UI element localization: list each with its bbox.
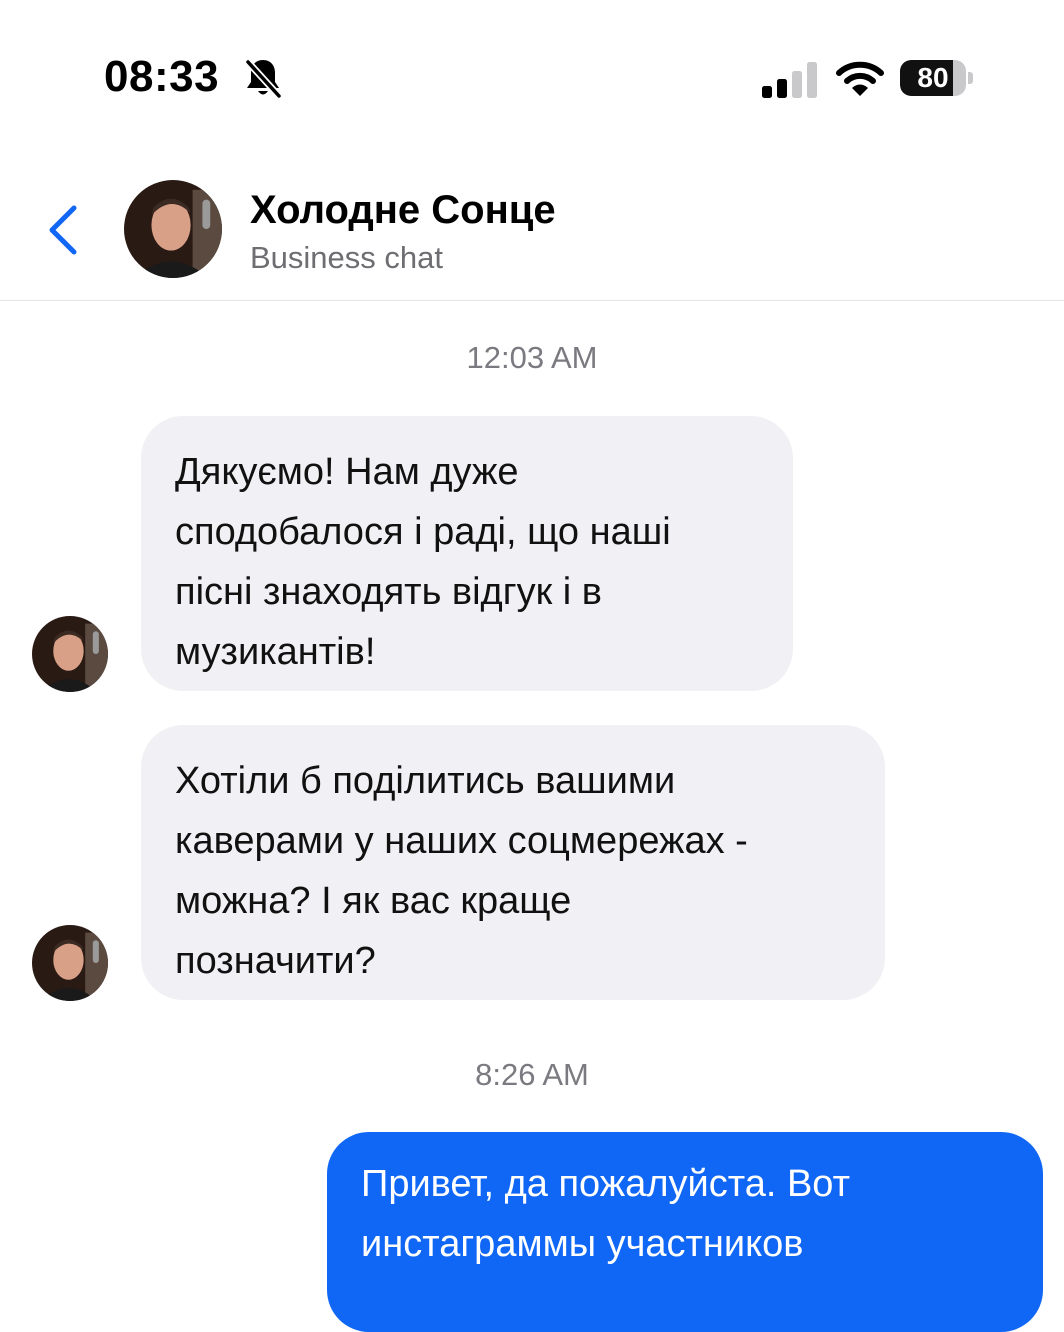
battery-level: 80 [917,62,949,93]
contact-subtitle: Business chat [250,240,443,275]
message-line: инстаграммы участников [361,1223,804,1265]
bell-slash-icon [245,59,282,99]
cellular-signal-icon [762,62,817,98]
battery-icon: 80 [900,60,976,100]
message-timestamp: 12:03 AM [466,340,598,375]
contact-avatar[interactable] [124,180,222,278]
status-bar: 08:33 80 [0,0,1064,160]
contact-name: Холодне Сонце [250,188,556,232]
message-line: музикантів! [175,631,376,673]
message-line: Дякуємо! Нам дуже [175,451,519,493]
outgoing-message[interactable]: Привет, да пожалуйста. Вот инстаграммы у… [327,1132,1043,1332]
wifi-icon [836,61,884,96]
message-line: каверами у наших соцмережах - [175,820,748,862]
message-line: сподобалося і раді, що наші [175,511,671,553]
message-timestamp: 8:26 AM [475,1057,589,1092]
status-time: 08:33 [104,52,220,101]
sender-avatar[interactable] [32,616,108,692]
incoming-message[interactable]: Хотіли б поділитись вашими каверами у на… [141,725,885,1000]
sender-avatar[interactable] [32,925,108,1001]
chat-header: Холодне Сонце Business chat [0,160,1064,301]
message-line: Хотіли б поділитись вашими [175,760,676,802]
incoming-message[interactable]: Дякуємо! Нам дуже сподобалося і раді, що… [141,416,793,691]
message-line: можна? І як вас краще [175,880,572,922]
message-line: Привет, да пожалуйста. Вот [361,1163,850,1205]
message-line: позначити? [175,940,376,982]
message-line: пісні знаходять відгук і в [175,571,602,613]
chevron-left-icon[interactable] [40,200,86,260]
